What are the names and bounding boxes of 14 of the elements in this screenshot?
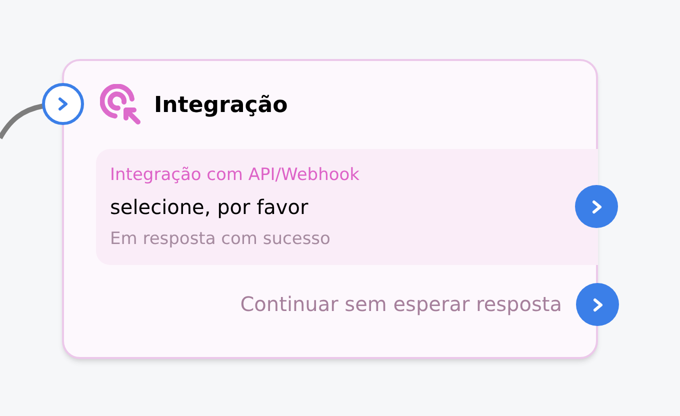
action-label: Integração com API/Webhook <box>110 164 360 187</box>
action-value: selecione, por favor <box>110 194 308 221</box>
input-handle[interactable] <box>42 83 84 125</box>
fallback-label: Continuar sem esperar resposta <box>240 291 562 318</box>
action-block[interactable]: Integração com API/Webhook selecione, por favor Em resposta com sucesso <box>96 149 598 265</box>
action-outcome: Em resposta com sucesso <box>110 228 330 251</box>
connector-line <box>0 102 44 142</box>
node-title: Integração <box>154 92 288 120</box>
chevron-right-icon <box>590 200 602 214</box>
output-handle[interactable] <box>575 185 618 228</box>
chevron-right-icon <box>592 298 604 312</box>
output-handle[interactable] <box>576 283 619 326</box>
target-cursor-icon <box>100 84 142 126</box>
chevron-right-icon <box>57 97 69 111</box>
